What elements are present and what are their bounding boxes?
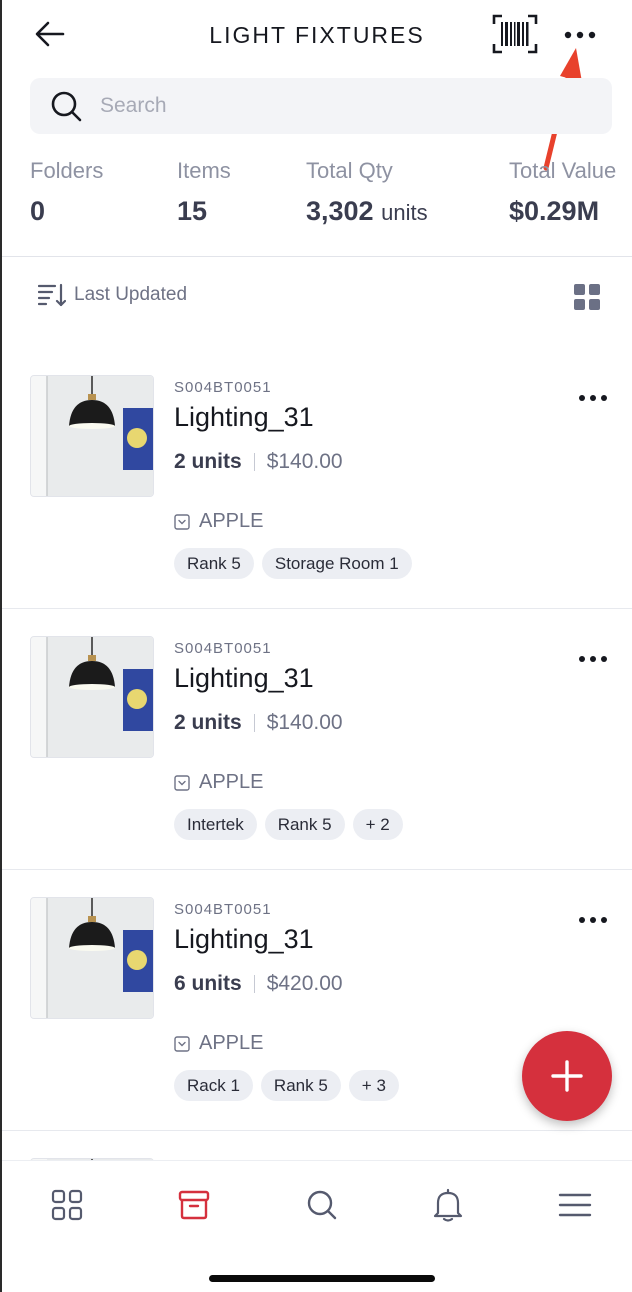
tag[interactable]: Rank 5 xyxy=(174,548,254,579)
item-qty-price: 6 units $420.00 xyxy=(174,972,343,996)
more-horizontal-icon xyxy=(579,395,607,401)
menu-icon xyxy=(558,1193,592,1217)
bell-icon xyxy=(433,1188,463,1222)
item-more-button[interactable] xyxy=(576,910,612,930)
item-tags: Rank 5 Storage Room 1 xyxy=(174,548,412,579)
stat-total-qty: Total Qty 3,302 units xyxy=(306,158,428,227)
bottom-nav xyxy=(2,1160,632,1292)
more-horizontal-icon xyxy=(579,917,607,923)
item-tags: Rack 1 Rank 5 + 3 xyxy=(174,1070,399,1101)
separator xyxy=(253,453,255,471)
stat-label: Folders xyxy=(30,158,104,183)
grid-view-button[interactable] xyxy=(572,282,602,312)
more-horizontal-icon xyxy=(564,31,596,39)
add-item-button[interactable] xyxy=(522,1031,612,1121)
brand-text: APPLE xyxy=(199,510,264,532)
pendant-lamp-image xyxy=(31,376,153,496)
tag[interactable]: Intertek xyxy=(174,809,257,840)
tag-more[interactable]: + 2 xyxy=(352,809,403,840)
item-card[interactable]: S004BT0051 Lighting_31 2 units $140.00 A… xyxy=(2,348,632,609)
item-sku: S004BT0051 xyxy=(174,379,272,396)
item-brand: APPLE xyxy=(174,510,263,533)
summary-stats: Folders 0 Items 15 Total Qty 3,302 units… xyxy=(2,158,632,256)
item-qty: 2 units xyxy=(174,450,242,473)
pendant-lamp-image xyxy=(31,898,153,1018)
item-name: Lighting_31 xyxy=(174,924,314,954)
sort-button[interactable]: Last Updated xyxy=(38,282,187,308)
stat-value: 3,302 units xyxy=(306,196,428,226)
stat-unit: units xyxy=(381,200,428,225)
item-thumbnail[interactable] xyxy=(30,636,154,758)
item-name: Lighting_31 xyxy=(174,663,314,693)
plus-icon xyxy=(551,1060,583,1092)
stat-label: Total Qty xyxy=(306,158,393,183)
nav-menu[interactable] xyxy=(553,1183,597,1227)
brand-text: APPLE xyxy=(199,771,264,793)
more-horizontal-icon xyxy=(579,656,607,662)
search-bar[interactable] xyxy=(30,78,612,134)
nav-dashboard[interactable] xyxy=(45,1183,89,1227)
tag[interactable]: Storage Room 1 xyxy=(261,548,412,579)
search-icon xyxy=(51,91,82,122)
search-input[interactable] xyxy=(100,94,580,118)
sort-bar: Last Updated xyxy=(2,272,632,322)
home-indicator xyxy=(209,1275,435,1282)
pendant-lamp-image xyxy=(31,637,153,757)
item-qty: 2 units xyxy=(174,711,242,734)
stat-total-value: Total Value $0.29M xyxy=(509,158,616,227)
separator xyxy=(253,714,255,732)
box-icon xyxy=(178,1190,210,1220)
tag[interactable]: Rack 1 xyxy=(174,1070,253,1101)
stat-label: Total Value xyxy=(509,158,617,183)
item-tags: Intertek Rank 5 + 2 xyxy=(174,809,403,840)
item-qty-price: 2 units $140.00 xyxy=(174,711,343,735)
nav-search[interactable] xyxy=(300,1183,344,1227)
item-name: Lighting_31 xyxy=(174,402,314,432)
divider xyxy=(2,256,632,257)
item-thumbnail[interactable] xyxy=(30,897,154,1019)
stat-value: $0.29M xyxy=(509,196,600,226)
stat-folders: Folders 0 xyxy=(30,158,103,227)
dropdown-field-icon xyxy=(174,513,190,530)
separator xyxy=(253,975,255,993)
brand-text: APPLE xyxy=(199,1032,264,1054)
item-price: $140.00 xyxy=(266,450,343,473)
dashboard-icon xyxy=(51,1189,83,1221)
barcode-scan-button[interactable] xyxy=(492,14,538,54)
stat-label: Items xyxy=(177,158,231,183)
item-thumbnail[interactable] xyxy=(30,375,154,497)
barcode-scan-icon xyxy=(492,14,538,54)
item-price: $420.00 xyxy=(266,972,343,995)
nav-items[interactable] xyxy=(172,1183,216,1227)
stat-value: 0 xyxy=(30,196,46,226)
grid-view-icon xyxy=(574,284,600,310)
top-bar: LIGHT FIXTURES xyxy=(2,0,632,171)
item-price: $140.00 xyxy=(266,711,343,734)
stat-items: Items 15 xyxy=(177,158,231,227)
nav-notifications[interactable] xyxy=(426,1183,470,1227)
item-sku: S004BT0051 xyxy=(174,640,272,657)
sort-label: Last Updated xyxy=(74,284,188,305)
item-card[interactable]: S004BT0051 Lighting_31 2 units $140.00 A… xyxy=(2,609,632,870)
item-brand: APPLE xyxy=(174,1032,263,1055)
tag[interactable]: Rank 5 xyxy=(260,1070,341,1101)
stat-value: 15 xyxy=(177,196,208,226)
item-brand: APPLE xyxy=(174,771,263,794)
more-options-button[interactable] xyxy=(558,20,602,50)
sort-icon xyxy=(38,283,66,307)
item-sku: S004BT0051 xyxy=(174,901,272,918)
tag-more[interactable]: + 3 xyxy=(348,1070,399,1101)
item-qty: 6 units xyxy=(174,972,242,995)
item-more-button[interactable] xyxy=(576,388,612,408)
dropdown-field-icon xyxy=(174,1035,190,1052)
dropdown-field-icon xyxy=(174,774,190,791)
item-more-button[interactable] xyxy=(576,649,612,669)
tag[interactable]: Rank 5 xyxy=(264,809,345,840)
item-qty-price: 2 units $140.00 xyxy=(174,450,343,474)
search-icon xyxy=(307,1190,337,1220)
